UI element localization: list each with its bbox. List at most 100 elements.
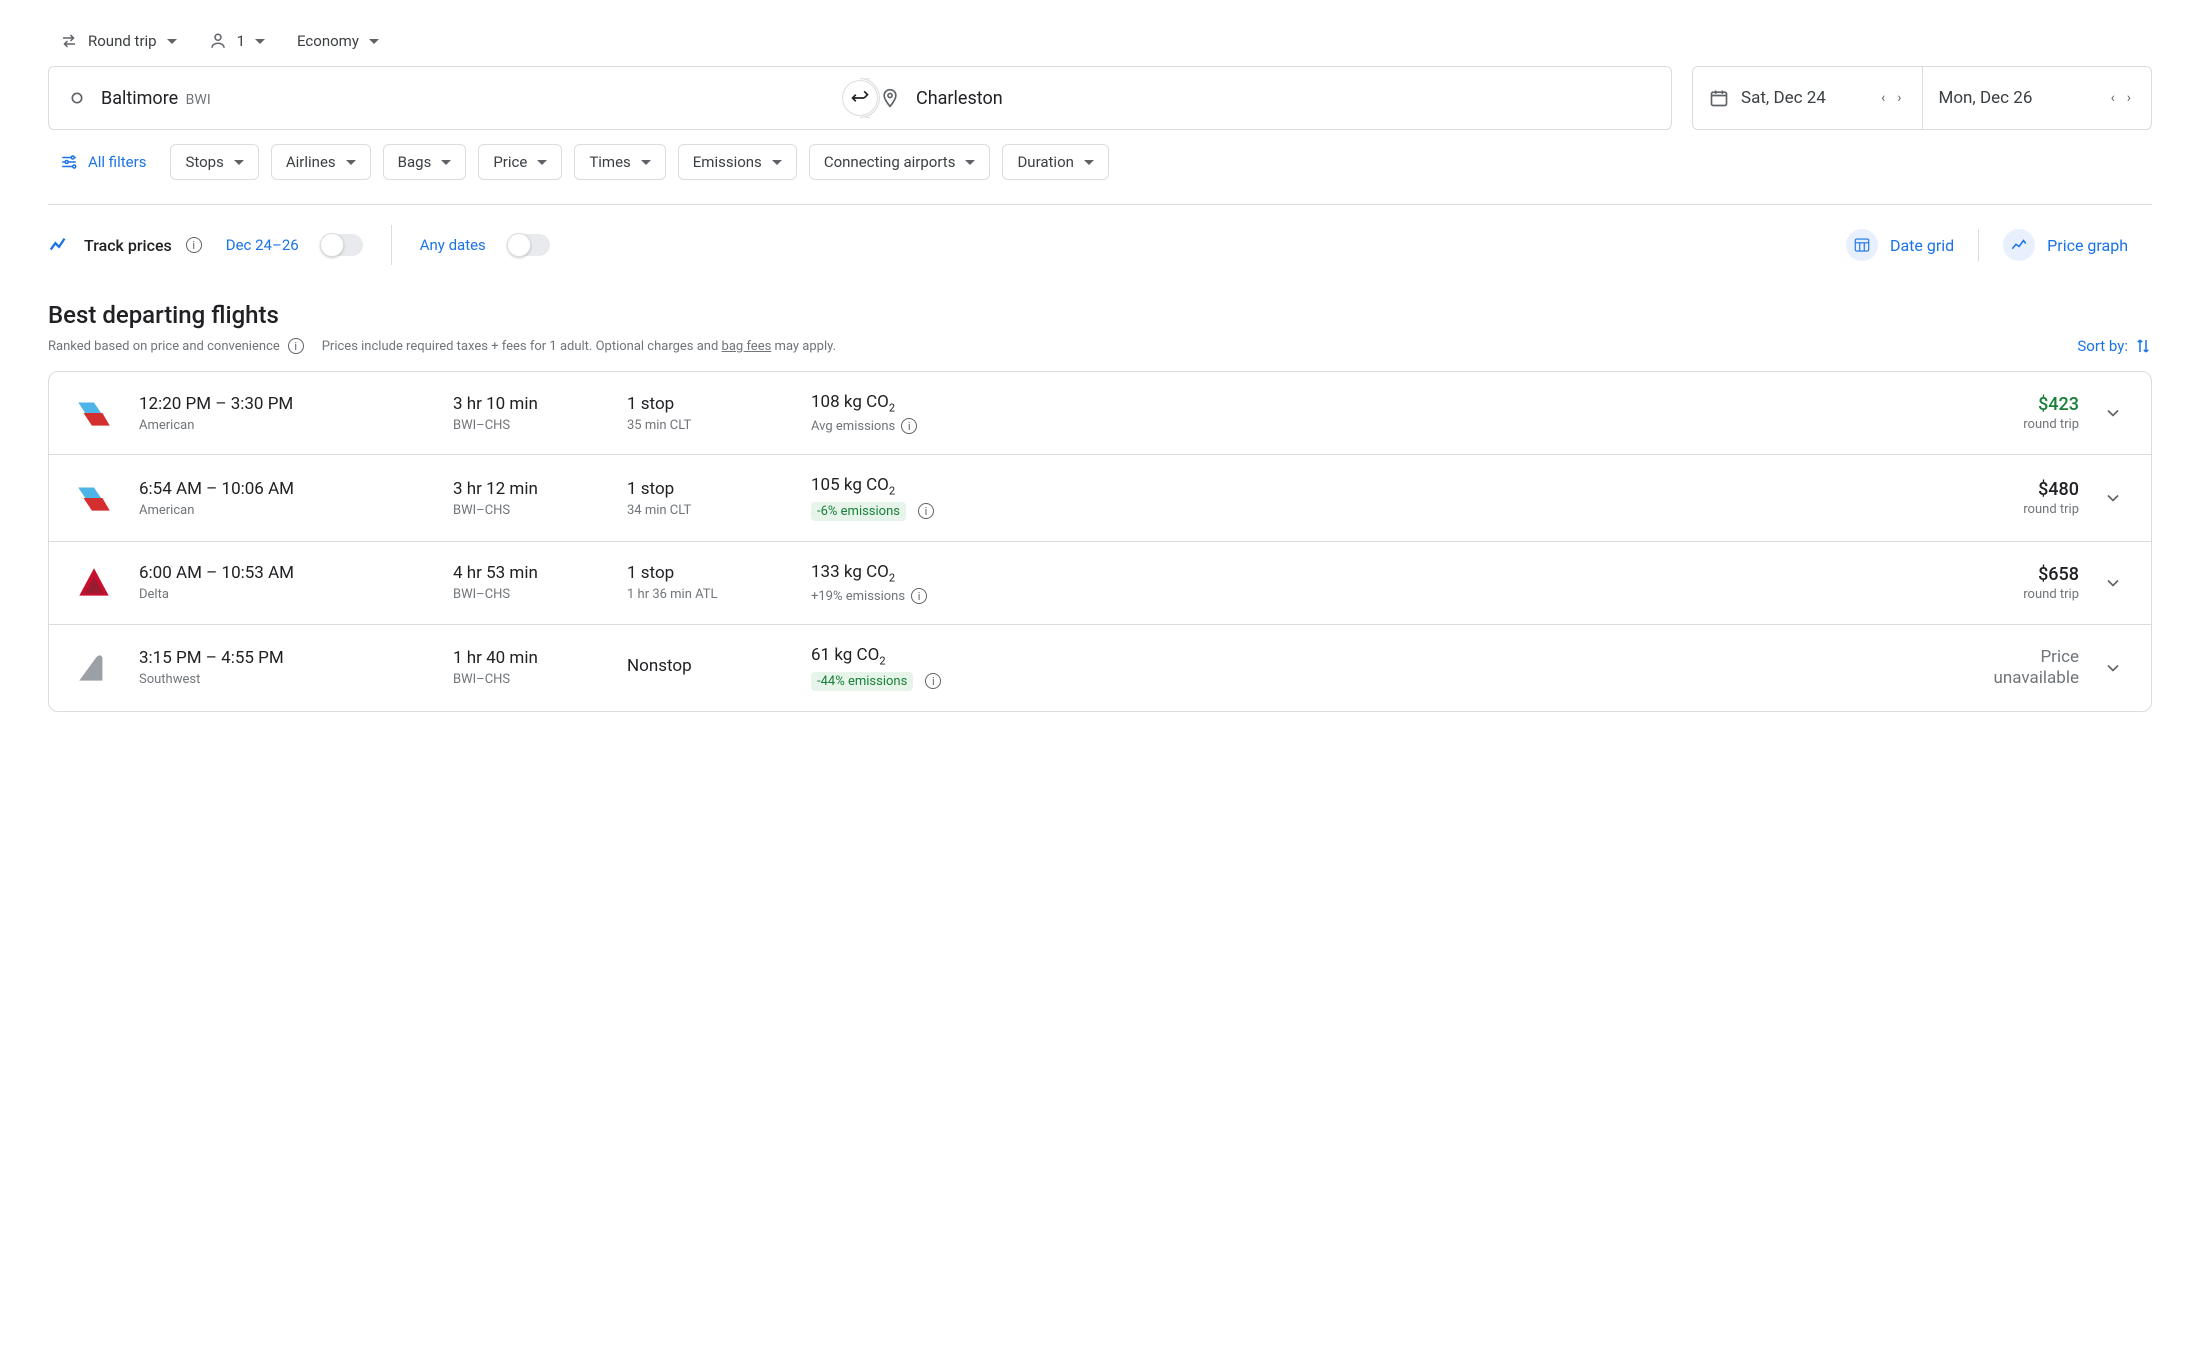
passengers-selector[interactable]: 1 <box>209 32 265 50</box>
destination-input[interactable]: Charleston <box>860 66 1672 130</box>
stops-detail: 1 hr 36 min ATL <box>627 587 787 602</box>
duration: 3 hr 12 min <box>453 479 603 499</box>
stops-detail: 35 min CLT <box>627 418 787 433</box>
price-sub: round trip <box>1959 587 2079 602</box>
chevron-down-icon <box>641 160 651 165</box>
return-date-input[interactable]: Mon, Dec 26 ‹ › <box>1922 67 2152 129</box>
chevron-down-icon <box>234 160 244 165</box>
circle-icon <box>69 90 85 106</box>
chevron-down-icon <box>2103 403 2123 423</box>
expand-button[interactable] <box>2103 658 2127 678</box>
flight-row[interactable]: 6:54 AM – 10:06 AM American 3 hr 12 min … <box>49 454 2151 540</box>
filter-price[interactable]: Price <box>478 144 562 180</box>
origin-dest-group: Baltimore BWI Charleston <box>48 66 1672 130</box>
duration: 3 hr 10 min <box>453 394 603 414</box>
filters-row: All filters Stops Airlines Bags Price Times E… <box>48 144 2152 180</box>
return-prev-button[interactable]: ‹ <box>2107 86 2119 110</box>
route: BWI–CHS <box>453 672 603 687</box>
emissions: 133 kg CO2 <box>811 562 1031 584</box>
cabin-selector[interactable]: Economy <box>297 32 379 50</box>
depart-prev-button[interactable]: ‹ <box>1877 86 1889 110</box>
sort-icon <box>2134 337 2152 355</box>
date-picker: Sat, Dec 24 ‹ › Mon, Dec 26 ‹ › <box>1692 66 2152 130</box>
filter-duration[interactable]: Duration <box>1002 144 1108 180</box>
price-graph-icon <box>2003 229 2035 261</box>
depart-next-button[interactable]: › <box>1893 86 1905 110</box>
route: BWI–CHS <box>453 418 603 433</box>
chevron-down-icon <box>369 39 379 44</box>
date-grid-button[interactable]: Date grid <box>1822 229 1978 261</box>
passengers-count: 1 <box>237 32 245 50</box>
expand-button[interactable] <box>2103 403 2127 423</box>
sort-button[interactable]: Sort by: <box>2077 337 2152 355</box>
bag-fees-link[interactable]: bag fees <box>722 339 772 354</box>
emissions: 108 kg CO2 <box>811 392 1031 414</box>
origin-input[interactable]: Baltimore BWI <box>48 66 860 130</box>
chevron-down-icon <box>965 160 975 165</box>
chevron-down-icon <box>2103 658 2123 678</box>
stops: 1 stop <box>627 563 787 583</box>
expand-button[interactable] <box>2103 573 2127 593</box>
info-icon[interactable]: i <box>911 588 927 604</box>
flight-row[interactable]: 6:00 AM – 10:53 AM Delta 4 hr 53 min BWI… <box>49 541 2151 624</box>
all-filters-button[interactable]: All filters <box>48 145 158 179</box>
trip-options-bar: Round trip 1 Economy <box>48 32 2152 50</box>
section-header: Best departing flights <box>48 301 2152 329</box>
airline-logo-american <box>73 477 115 519</box>
depart-date: Sat, Dec 24 <box>1741 88 1865 108</box>
trip-type-label: Round trip <box>88 32 157 50</box>
price-value: $658 <box>1959 564 2079 585</box>
info-icon[interactable]: i <box>918 503 934 519</box>
flight-row[interactable]: 3:15 PM – 4:55 PM Southwest 1 hr 40 min … <box>49 624 2151 710</box>
flight-row[interactable]: 12:20 PM – 3:30 PM American 3 hr 10 min … <box>49 372 2151 454</box>
price-graph-button[interactable]: Price graph <box>1978 229 2152 261</box>
any-dates-toggle[interactable] <box>508 234 550 256</box>
chevron-down-icon <box>537 160 547 165</box>
price-value: $480 <box>1959 479 2079 500</box>
airline-logo-southwest <box>73 647 115 689</box>
track-prices-row: Track prices i Dec 24–26 Any dates Date … <box>48 225 2152 265</box>
filter-connecting-airports[interactable]: Connecting airports <box>809 144 991 180</box>
info-icon[interactable]: i <box>925 673 941 689</box>
divider <box>48 204 2152 205</box>
expand-button[interactable] <box>2103 488 2127 508</box>
flight-times: 6:54 AM – 10:06 AM <box>139 479 429 499</box>
airline-name: American <box>139 503 429 518</box>
info-icon[interactable]: i <box>288 338 304 354</box>
route: BWI–CHS <box>453 587 603 602</box>
filter-times[interactable]: Times <box>574 144 665 180</box>
flights-list: 12:20 PM – 3:30 PM American 3 hr 10 min … <box>48 371 2152 712</box>
trip-type-selector[interactable]: Round trip <box>60 32 177 50</box>
return-next-button[interactable]: › <box>2123 86 2135 110</box>
emissions: 61 kg CO2 <box>811 645 1031 667</box>
airline-logo-american <box>73 392 115 434</box>
duration: 1 hr 40 min <box>453 648 603 668</box>
calendar-icon <box>1709 88 1729 108</box>
emissions-detail: +19% emissions <box>811 589 905 604</box>
origin-city: Baltimore <box>101 88 178 109</box>
all-filters-label: All filters <box>88 153 146 171</box>
tune-icon <box>60 153 78 171</box>
depart-date-input[interactable]: Sat, Dec 24 ‹ › <box>1693 67 1922 129</box>
filter-airlines[interactable]: Airlines <box>271 144 371 180</box>
search-row: Baltimore BWI Charleston Sat, Dec 24 ‹ ›… <box>48 66 2152 130</box>
info-icon[interactable]: i <box>901 418 917 434</box>
track-prices-label: Track prices <box>84 236 172 255</box>
filter-bags[interactable]: Bags <box>383 144 467 180</box>
airline-name: Delta <box>139 587 429 602</box>
trending-icon <box>48 234 70 256</box>
filter-stops[interactable]: Stops <box>170 144 258 180</box>
airline-logo-delta <box>73 562 115 604</box>
filter-emissions[interactable]: Emissions <box>678 144 797 180</box>
track-dates-label: Dec 24–26 <box>226 236 299 254</box>
info-icon[interactable]: i <box>186 237 202 253</box>
emissions-detail: Avg emissions <box>811 419 895 434</box>
track-dates-toggle[interactable] <box>321 234 363 256</box>
section-title: Best departing flights <box>48 301 2152 329</box>
swap-horiz-icon <box>60 32 78 50</box>
emissions-badge: -44% emissions <box>811 672 913 691</box>
swap-button[interactable] <box>842 80 878 116</box>
price-sub: round trip <box>1959 502 2079 517</box>
price-unavailable: Priceunavailable <box>1959 647 2079 688</box>
swap-icon <box>850 88 870 108</box>
